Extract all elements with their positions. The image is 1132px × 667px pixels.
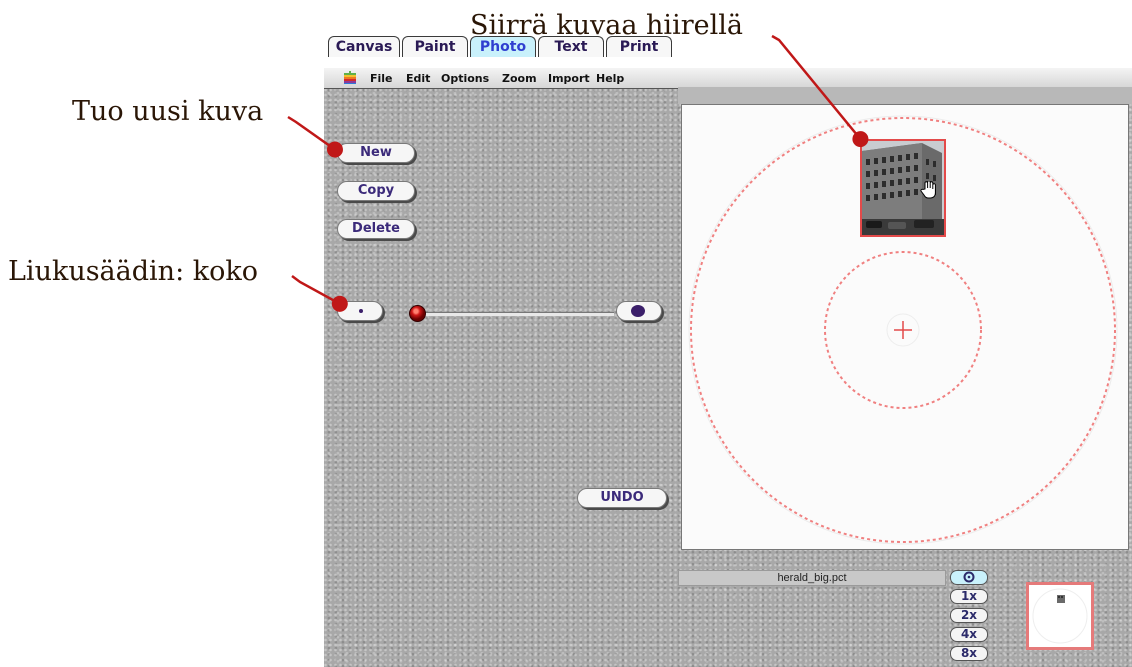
menu-file[interactable]: File — [370, 72, 393, 85]
annotation-size-slider: Liukusäädin: koko — [8, 256, 258, 287]
new-button[interactable]: New — [337, 143, 415, 163]
zoom-fit-button[interactable] — [950, 570, 988, 585]
menu-options[interactable]: Options — [441, 72, 489, 85]
filename-label: herald_big.pct — [678, 570, 946, 586]
zoom-8x-button[interactable]: 8x — [950, 646, 988, 661]
crosshair-icon — [894, 321, 912, 339]
annotation-move-image: Siirrä kuvaa hiirellä — [470, 10, 743, 41]
copy-button[interactable]: Copy — [337, 181, 415, 201]
tab-paint[interactable]: Paint — [402, 36, 468, 57]
zoom-4x-button[interactable]: 4x — [950, 627, 988, 642]
tab-canvas[interactable]: Canvas — [328, 36, 400, 57]
tab-print[interactable]: Print — [606, 36, 672, 57]
zoom-2x-button[interactable]: 2x — [950, 608, 988, 623]
canvas-preview-thumbnail[interactable] — [1026, 582, 1094, 650]
small-dot-icon — [359, 309, 363, 313]
size-larger-button[interactable] — [616, 301, 662, 321]
annotation-new-image: Tuo uusi kuva — [72, 96, 264, 127]
menu-bar: File Edit Options Zoom Import Help — [324, 68, 1132, 89]
menu-import[interactable]: Import — [548, 72, 590, 85]
delete-button[interactable]: Delete — [337, 219, 415, 239]
placed-photo[interactable] — [860, 139, 946, 237]
preview-content — [1032, 588, 1088, 644]
tab-photo[interactable]: Photo — [470, 36, 536, 57]
tab-text[interactable]: Text — [538, 36, 604, 57]
canvas-top-frame — [678, 87, 1132, 104]
menu-edit[interactable]: Edit — [406, 72, 430, 85]
size-slider-track[interactable] — [418, 312, 614, 316]
menu-zoom[interactable]: Zoom — [502, 72, 537, 85]
menu-help[interactable]: Help — [596, 72, 624, 85]
apple-logo-icon[interactable] — [344, 71, 356, 84]
size-smaller-button[interactable] — [337, 301, 383, 321]
undo-button[interactable]: UNDO — [577, 488, 667, 508]
size-slider-handle[interactable] — [409, 305, 426, 322]
zoom-1x-button[interactable]: 1x — [950, 589, 988, 604]
large-dot-icon — [631, 305, 645, 317]
circle-dot-icon — [963, 571, 975, 583]
hand-cursor-icon — [920, 181, 936, 199]
